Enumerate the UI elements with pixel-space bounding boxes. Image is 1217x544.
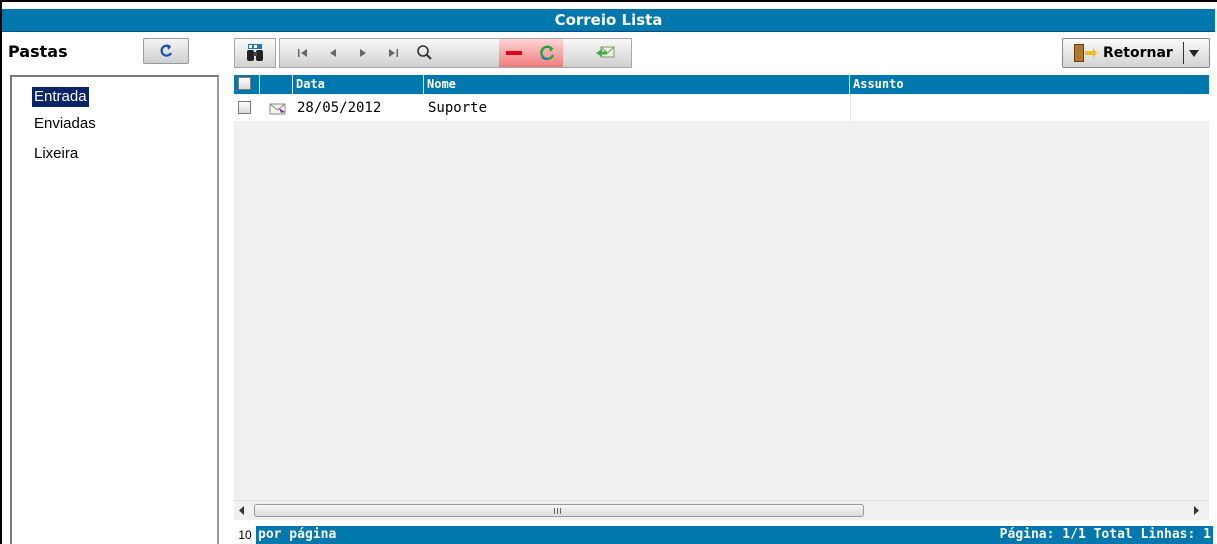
table-row[interactable]: 28/05/2012 Suporte	[234, 95, 1209, 121]
chevron-down-icon[interactable]	[1189, 50, 1199, 57]
row-date: 28/05/2012	[297, 100, 382, 116]
move-icon	[596, 46, 615, 58]
envelope-icon	[269, 103, 286, 115]
first-page-icon	[298, 49, 307, 57]
grip-icon	[554, 508, 561, 514]
row-name: Suporte	[428, 100, 488, 116]
page-status: Página: 1/1 Total Linhas: 1	[999, 527, 1211, 542]
search-icon	[417, 45, 432, 60]
folders-title: Pastas	[8, 42, 68, 61]
select-all-cell	[234, 75, 260, 94]
first-page-button[interactable]	[288, 39, 318, 67]
folder-item-enviadas[interactable]: Enviadas	[32, 114, 98, 134]
scroll-left-icon[interactable]	[238, 506, 246, 515]
scroll-right-icon[interactable]	[1192, 506, 1200, 515]
per-page-input[interactable]: 10	[234, 526, 256, 544]
exit-door-icon	[1074, 44, 1097, 62]
previous-page-button[interactable]	[318, 39, 348, 67]
move-button[interactable]	[591, 39, 621, 67]
column-assunto[interactable]: Assunto	[850, 75, 1209, 94]
row-subject	[850, 95, 1209, 121]
column-icon	[260, 75, 293, 94]
pagination-toolbar	[279, 38, 632, 68]
return-button[interactable]: Retornar	[1062, 38, 1210, 68]
return-button-label: Retornar	[1103, 45, 1173, 61]
grid-header: Data Nome Assunto	[234, 75, 1209, 94]
mail-grid: Data Nome Assunto 28/05/2012 Suporte	[234, 75, 1209, 500]
previous-page-icon	[330, 49, 336, 57]
search-button[interactable]	[410, 39, 440, 67]
last-page-icon	[389, 49, 398, 57]
refresh-icon	[160, 44, 172, 57]
row-checkbox[interactable]	[238, 101, 251, 114]
folder-item-entrada[interactable]: Entrada	[32, 87, 89, 107]
grid-footer: 10 por página Página: 1/1 Total Linhas: …	[234, 526, 1213, 544]
window-title: Correio Lista	[2, 9, 1215, 32]
reload-button[interactable]	[532, 39, 562, 67]
folder-item-lixeira[interactable]: Lixeira	[32, 144, 80, 164]
delete-button[interactable]	[499, 39, 529, 67]
binoculars-icon	[247, 44, 263, 61]
return-button-separator	[1183, 42, 1184, 64]
delete-icon	[506, 51, 522, 55]
folder-list: Entrada Enviadas Lixeira	[10, 75, 219, 544]
select-all-checkbox[interactable]	[238, 77, 251, 90]
horizontal-scrollbar[interactable]	[234, 500, 1209, 520]
next-page-icon	[360, 49, 366, 57]
refresh-folders-button[interactable]	[143, 38, 189, 64]
scroll-thumb[interactable]	[254, 504, 864, 517]
refresh-icon	[540, 45, 555, 61]
last-page-button[interactable]	[378, 39, 408, 67]
column-data[interactable]: Data	[293, 75, 424, 94]
per-page-label: por página	[258, 527, 337, 542]
next-page-button[interactable]	[348, 39, 378, 67]
column-nome[interactable]: Nome	[424, 75, 850, 94]
filter-button[interactable]	[234, 38, 276, 68]
